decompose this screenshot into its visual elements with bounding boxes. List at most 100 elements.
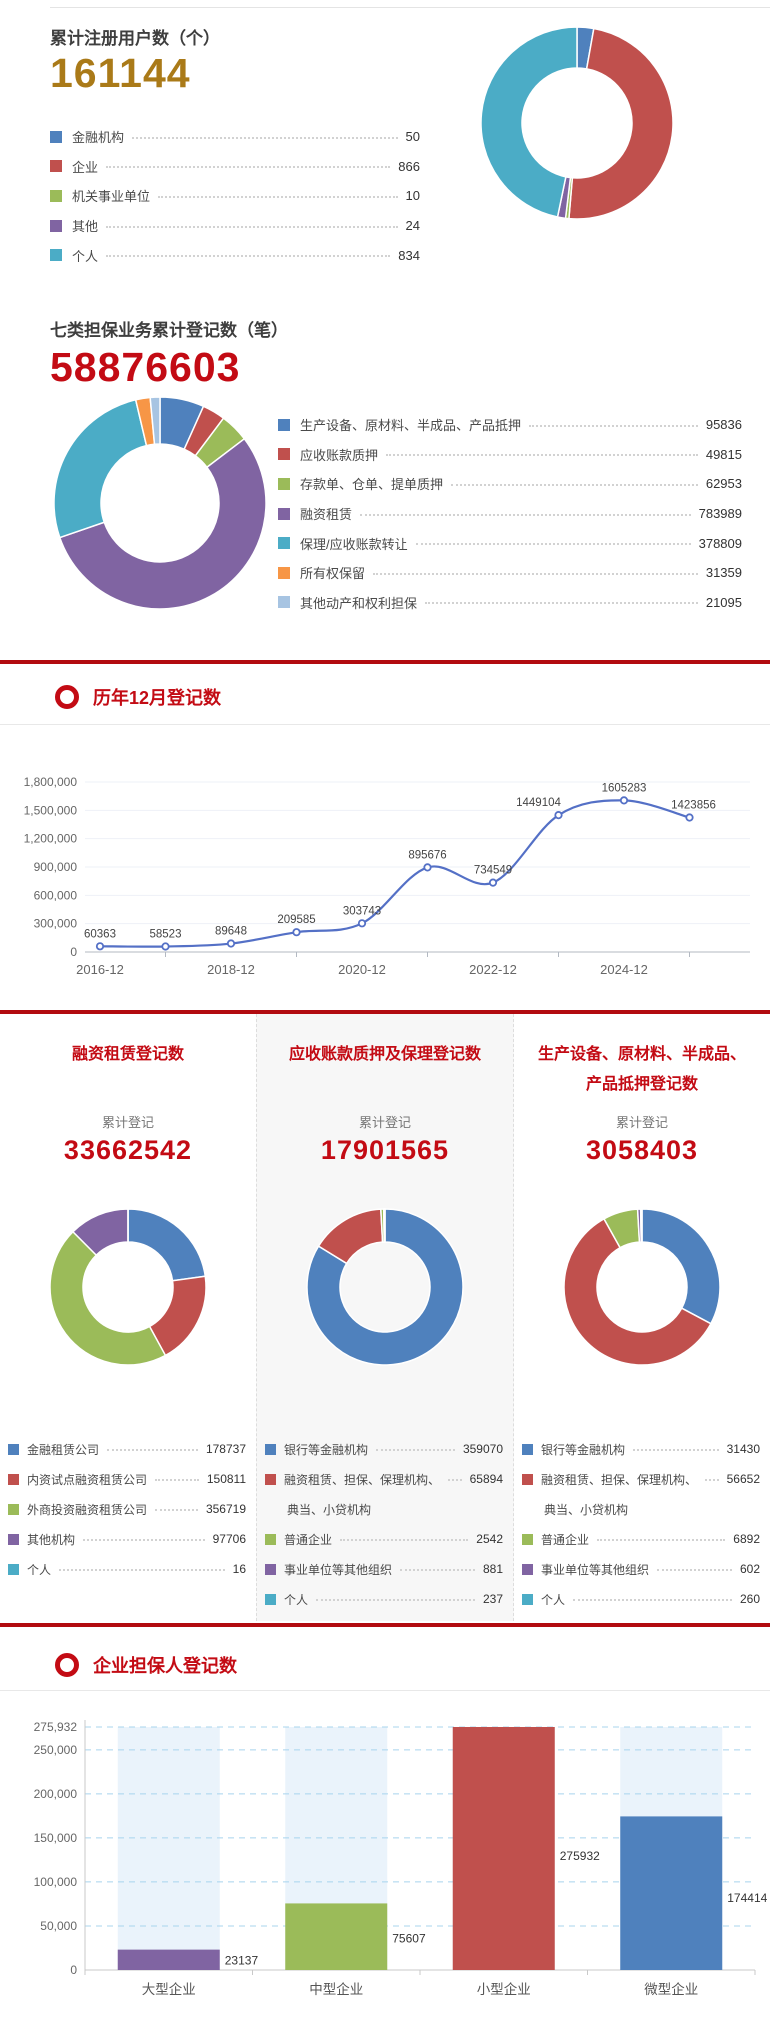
- legend-leader: [83, 1539, 205, 1541]
- column-legend: 银行等金融机构31430融资租赁、担保、保理机构、56652典当、小贷机构普通企…: [514, 1434, 770, 1614]
- legend-label: 融资租赁: [300, 504, 352, 523]
- bar-大型企业[interactable]: [118, 1950, 220, 1970]
- legend-swatch: [278, 567, 290, 579]
- point-label: 734549: [474, 865, 512, 877]
- column-legend: 银行等金融机构359070融资租赁、担保、保理机构、65894典当、小贷机构普通…: [257, 1434, 513, 1614]
- legend-label: 应收账款质押: [300, 445, 378, 464]
- x-axis-tick-label: 2020-12: [338, 962, 386, 977]
- legend-value: 783989: [699, 506, 742, 521]
- x-axis-category-label: 中型企业: [309, 1981, 363, 1997]
- section-divider: [0, 660, 770, 664]
- data-point-2017-12[interactable]: [162, 943, 168, 949]
- legend-label: 事业单位等其他组织: [284, 1561, 392, 1578]
- bar-section-header: 企业担保人登记数: [55, 1652, 237, 1678]
- point-label: 1605283: [602, 782, 647, 794]
- legend-item: 事业单位等其他组织 881: [265, 1554, 503, 1584]
- line-series: [100, 800, 690, 946]
- legend-item: 普通企业2542: [265, 1524, 503, 1554]
- legend-swatch: [8, 1504, 19, 1515]
- y-axis-tick-label: 100,000: [34, 1875, 78, 1889]
- december-registrations-line-chart[interactable]: 0300,000600,000900,0001,200,0001,500,000…: [0, 726, 770, 1008]
- legend-swatch: [278, 448, 290, 460]
- legend-value: 97706: [213, 1532, 246, 1546]
- section-seven-business-types: 七类担保业务累计登记数（笔） 58876603 生产设备、原材料、半成品、产品抵…: [0, 280, 770, 660]
- data-point-2025-12[interactable]: [686, 814, 692, 820]
- column-title: 融资租赁登记数: [72, 1040, 184, 1100]
- x-axis-tick-label: 2016-12: [76, 962, 124, 977]
- legend-value: 866: [398, 159, 420, 174]
- bar-value-label: 75607: [392, 1932, 426, 1946]
- legend-swatch: [522, 1594, 533, 1605]
- legend-leader: [360, 514, 691, 516]
- legend-label: 所有权保留: [300, 563, 365, 582]
- data-point-2019-12[interactable]: [293, 929, 299, 935]
- enterprise-guarantor-bar-chart[interactable]: 050,000100,000150,000200,000250,000275,9…: [0, 1692, 770, 2025]
- dashboard-page: 累计注册用户数（个） 161144 金融机构50企业866机关事业单位10其他2…: [0, 0, 770, 2025]
- point-label: 1449104: [516, 797, 561, 809]
- x-axis-tick-label: 2022-12: [469, 962, 517, 977]
- legend-value: 56652: [727, 1472, 760, 1486]
- legend-swatch: [50, 220, 62, 232]
- legend-value: 16: [233, 1562, 246, 1576]
- legend-swatch: [522, 1564, 533, 1575]
- pie-slice-保理/应收账款转让[interactable]: [54, 400, 146, 538]
- bar-小型企业[interactable]: [453, 1727, 555, 1970]
- legend-value: 356719: [206, 1502, 246, 1516]
- legend-label: 个人: [284, 1591, 308, 1608]
- legend-value: 2542: [476, 1532, 503, 1546]
- y-axis-tick-label: 0: [70, 1963, 77, 1977]
- registered-users-donut-chart[interactable]: [477, 23, 677, 223]
- bar-中型企业[interactable]: [285, 1903, 387, 1970]
- data-point-2023-12[interactable]: [555, 812, 561, 818]
- legend-value: 50: [406, 129, 420, 144]
- line-section-title: 历年12月登记数: [93, 684, 221, 710]
- data-point-2020-12[interactable]: [359, 920, 365, 926]
- legend-swatch: [265, 1534, 276, 1545]
- legend-label: 金融机构: [72, 127, 124, 146]
- pie-slice-金融租赁公司[interactable]: [128, 1209, 205, 1281]
- data-point-2024-12[interactable]: [621, 797, 627, 803]
- receivables-factoring-donut-chart[interactable]: [300, 1202, 470, 1372]
- point-label: 60363: [84, 928, 116, 940]
- legend-leader: [597, 1539, 725, 1541]
- column-total: 3058403: [586, 1135, 698, 1166]
- legend-value: 881: [483, 1562, 503, 1576]
- bar-微型企业[interactable]: [620, 1816, 722, 1970]
- legend-item: 金融机构 50: [50, 122, 420, 152]
- data-point-2021-12[interactable]: [424, 864, 430, 870]
- pie-slice-个人[interactable]: [641, 1209, 642, 1242]
- cumulative-label: 累计登记: [616, 1112, 668, 1131]
- point-label: 1423856: [671, 800, 716, 812]
- data-point-2018-12[interactable]: [228, 940, 234, 946]
- data-point-2022-12[interactable]: [490, 879, 496, 885]
- legend-label: 内资试点融资租赁公司: [27, 1471, 147, 1488]
- column-title-line: 产品抵押登记数: [538, 1070, 746, 1100]
- column-title-line: 生产设备、原材料、半成品、: [538, 1040, 746, 1070]
- legend-item: 其他机构97706: [8, 1524, 246, 1554]
- legend-swatch: [8, 1444, 19, 1455]
- pie-slice-银行等金融机构[interactable]: [642, 1209, 720, 1324]
- legend-leader: [106, 226, 398, 228]
- legend-item: 内资试点融资租赁公司150811: [8, 1464, 246, 1494]
- legend-swatch: [50, 131, 62, 143]
- legend-label: 其他: [72, 216, 98, 235]
- cumulative-label: 累计登记: [102, 1112, 154, 1131]
- y-axis-tick-label: 150,000: [34, 1831, 78, 1845]
- legend-label: 融资租赁、担保、保理机构、: [284, 1471, 440, 1488]
- legend-leader: [340, 1539, 468, 1541]
- pie-slice-外商投资融资租赁公司[interactable]: [50, 1232, 165, 1365]
- seven-types-donut-chart[interactable]: [45, 388, 275, 618]
- legend-swatch: [50, 190, 62, 202]
- equipment-mortgage-donut-chart[interactable]: [557, 1202, 727, 1372]
- column-legend: 金融租赁公司178737内资试点融资租赁公司150811外商投资融资租赁公司35…: [0, 1434, 256, 1584]
- financing-lease-donut-chart[interactable]: [43, 1202, 213, 1372]
- legend-value: 6892: [733, 1532, 760, 1546]
- legend-item: 金融租赁公司178737: [8, 1434, 246, 1464]
- legend-swatch: [278, 478, 290, 490]
- data-point-2016-12[interactable]: [97, 943, 103, 949]
- legend-swatch: [522, 1444, 533, 1455]
- pie-slice-个人[interactable]: [481, 27, 577, 217]
- y-axis-tick-label: 0: [70, 945, 77, 959]
- legend-leader: [633, 1449, 719, 1451]
- column-receivables-factoring: 应收账款质押及保理登记数 累计登记 17901565 银行等金融机构359070…: [256, 1014, 514, 1621]
